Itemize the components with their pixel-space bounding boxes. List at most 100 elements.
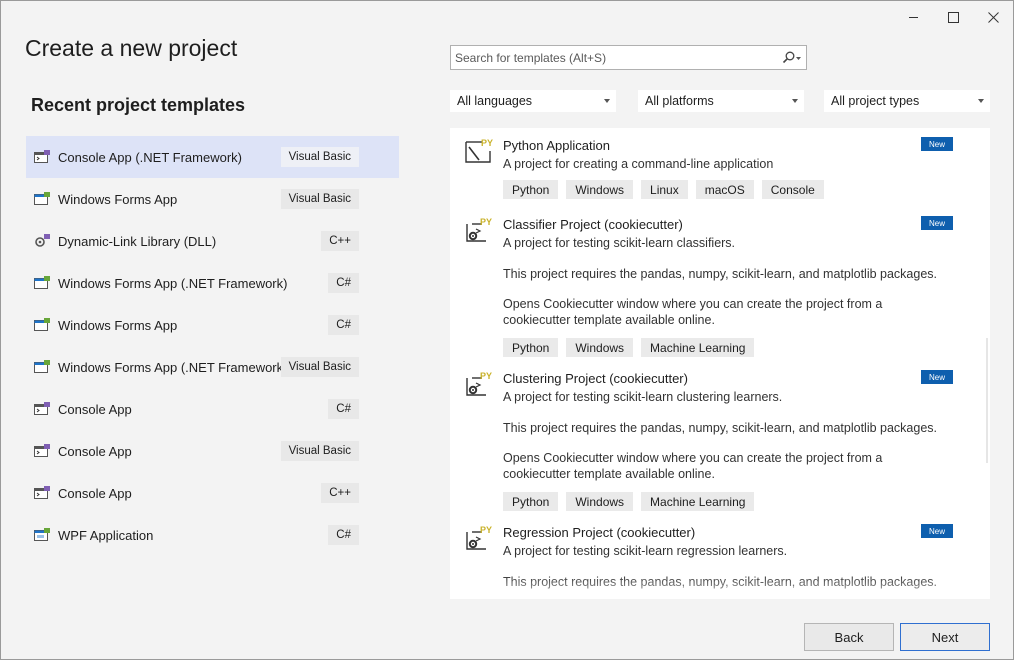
recent-template-name: Dynamic-Link Library (DLL) bbox=[58, 233, 217, 249]
template-name: Regression Project (cookiecutter) bbox=[503, 525, 696, 540]
recent-templates-list: Console App (.NET Framework) Visual Basic… bbox=[26, 136, 399, 556]
template-name: Clustering Project (cookiecutter) bbox=[503, 371, 688, 386]
close-icon bbox=[987, 11, 999, 23]
dll-icon bbox=[34, 234, 50, 248]
page-title: Create a new project bbox=[25, 35, 238, 61]
template-note: Opens Cookiecutter window where you can … bbox=[503, 451, 883, 481]
recent-template-name: Console App bbox=[58, 401, 132, 417]
recent-template-item[interactable]: Dynamic-Link Library (DLL) C++ bbox=[26, 220, 399, 262]
svg-text:PY: PY bbox=[481, 138, 493, 148]
maximize-button[interactable] bbox=[933, 1, 973, 33]
template-tags: Python Windows Linux macOS Console bbox=[503, 180, 824, 199]
windows-forms-icon bbox=[34, 276, 50, 290]
svg-text:PY: PY bbox=[480, 217, 492, 227]
next-button[interactable]: Next bbox=[900, 623, 990, 651]
template-note: Opens Cookiecutter window where you can … bbox=[503, 297, 883, 327]
recent-template-name: Windows Forms App bbox=[58, 191, 178, 207]
back-button[interactable]: Back bbox=[804, 623, 894, 651]
windows-forms-icon bbox=[34, 360, 50, 374]
template-tag: Python bbox=[503, 338, 559, 357]
language-badge: C++ bbox=[321, 483, 359, 503]
platform-filter-value: All platforms bbox=[645, 94, 714, 108]
search-input[interactable] bbox=[451, 46, 778, 69]
recent-template-name: WPF Application bbox=[58, 527, 154, 543]
python-cookiecutter-icon: PY bbox=[464, 216, 494, 246]
maximize-icon bbox=[947, 11, 959, 23]
recent-template-item[interactable]: Console App C++ bbox=[26, 472, 399, 514]
chevron-down-icon bbox=[604, 99, 610, 103]
template-tag: Linux bbox=[641, 180, 688, 199]
console-app-icon bbox=[34, 486, 50, 500]
minimize-button[interactable] bbox=[893, 1, 933, 33]
python-cookiecutter-icon: PY bbox=[464, 370, 494, 400]
template-tag: Machine Learning bbox=[641, 338, 755, 357]
template-tag: Windows bbox=[566, 180, 634, 199]
svg-text:PY: PY bbox=[480, 525, 492, 535]
template-description: A project for creating a command-line ap… bbox=[503, 157, 774, 171]
template-results-list[interactable]: PY Python Application A project for creati… bbox=[450, 128, 990, 599]
new-badge: New bbox=[921, 524, 953, 538]
template-tags: Python Windows Machine Learning bbox=[503, 338, 755, 357]
window-controls bbox=[893, 1, 1013, 33]
results-scrollbar[interactable] bbox=[986, 338, 988, 463]
search-options-button[interactable] bbox=[778, 46, 806, 69]
template-note: This project requires the pandas, numpy,… bbox=[503, 421, 938, 435]
template-name: Classifier Project (cookiecutter) bbox=[503, 217, 683, 232]
template-tag: Python bbox=[503, 492, 559, 511]
language-badge: Visual Basic bbox=[280, 357, 359, 377]
recent-template-name: Windows Forms App (.NET Framework) bbox=[58, 275, 288, 291]
python-cookiecutter-icon: PY bbox=[464, 524, 494, 554]
recent-template-item[interactable]: Windows Forms App C# bbox=[26, 304, 399, 346]
chevron-down-icon bbox=[792, 99, 798, 103]
template-search bbox=[450, 45, 807, 70]
close-button[interactable] bbox=[973, 1, 1013, 33]
python-application-icon: PY bbox=[464, 137, 494, 167]
language-badge: C# bbox=[328, 399, 359, 419]
recent-template-name: Windows Forms App bbox=[58, 317, 178, 333]
recent-template-item[interactable]: Windows Forms App Visual Basic bbox=[26, 178, 399, 220]
recent-template-item[interactable]: Console App C# bbox=[26, 388, 399, 430]
template-tag: Windows bbox=[566, 492, 634, 511]
recent-template-item[interactable]: Console App (.NET Framework) Visual Basic bbox=[26, 136, 399, 178]
template-tag: Console bbox=[761, 180, 824, 199]
recent-template-item[interactable]: Console App Visual Basic bbox=[26, 430, 399, 472]
recent-template-item[interactable]: Windows Forms App (.NET Framework) C# bbox=[26, 262, 399, 304]
recent-template-item[interactable]: Windows Forms App (.NET Framework) Visual… bbox=[26, 346, 399, 388]
language-badge: Visual Basic bbox=[280, 441, 359, 461]
language-badge: Visual Basic bbox=[280, 189, 359, 209]
recent-template-name: Console App bbox=[58, 443, 132, 459]
windows-forms-icon bbox=[34, 192, 50, 206]
language-badge: C++ bbox=[321, 231, 359, 251]
language-badge: C# bbox=[328, 273, 359, 293]
console-app-icon bbox=[34, 150, 50, 164]
recent-template-name: Console App bbox=[58, 485, 132, 501]
platform-filter[interactable]: All platforms bbox=[638, 90, 804, 112]
recent-template-name: Windows Forms App (.NET Framework) bbox=[58, 359, 288, 375]
language-filter[interactable]: All languages bbox=[450, 90, 616, 112]
template-tags: Python Windows Machine Learning bbox=[503, 492, 755, 511]
template-description: A project for testing scikit-learn clust… bbox=[503, 390, 783, 404]
new-badge: New bbox=[921, 137, 953, 151]
language-badge: Visual Basic bbox=[280, 147, 359, 167]
svg-text:PY: PY bbox=[480, 371, 492, 381]
console-app-icon bbox=[34, 402, 50, 416]
chevron-down-icon bbox=[978, 99, 984, 103]
recent-template-item[interactable]: WPF Application C# bbox=[26, 514, 399, 556]
language-filter-value: All languages bbox=[457, 94, 533, 108]
template-name: Python Application bbox=[503, 138, 610, 153]
new-badge: New bbox=[921, 370, 953, 384]
recent-template-name: Console App (.NET Framework) bbox=[58, 149, 242, 165]
template-note: This project requires the pandas, numpy,… bbox=[503, 575, 938, 589]
minimize-icon bbox=[908, 16, 918, 18]
new-badge: New bbox=[921, 216, 953, 230]
windows-forms-icon bbox=[34, 318, 50, 332]
console-app-icon bbox=[34, 444, 50, 458]
project-type-filter[interactable]: All project types bbox=[824, 90, 990, 112]
template-tag: Python bbox=[503, 180, 559, 199]
template-tag: Machine Learning bbox=[641, 492, 755, 511]
wpf-app-icon bbox=[34, 528, 50, 542]
project-type-filter-value: All project types bbox=[831, 94, 920, 108]
template-description: A project for testing scikit-learn regre… bbox=[503, 544, 788, 558]
template-tag: Windows bbox=[566, 338, 634, 357]
search-icon bbox=[782, 51, 801, 63]
